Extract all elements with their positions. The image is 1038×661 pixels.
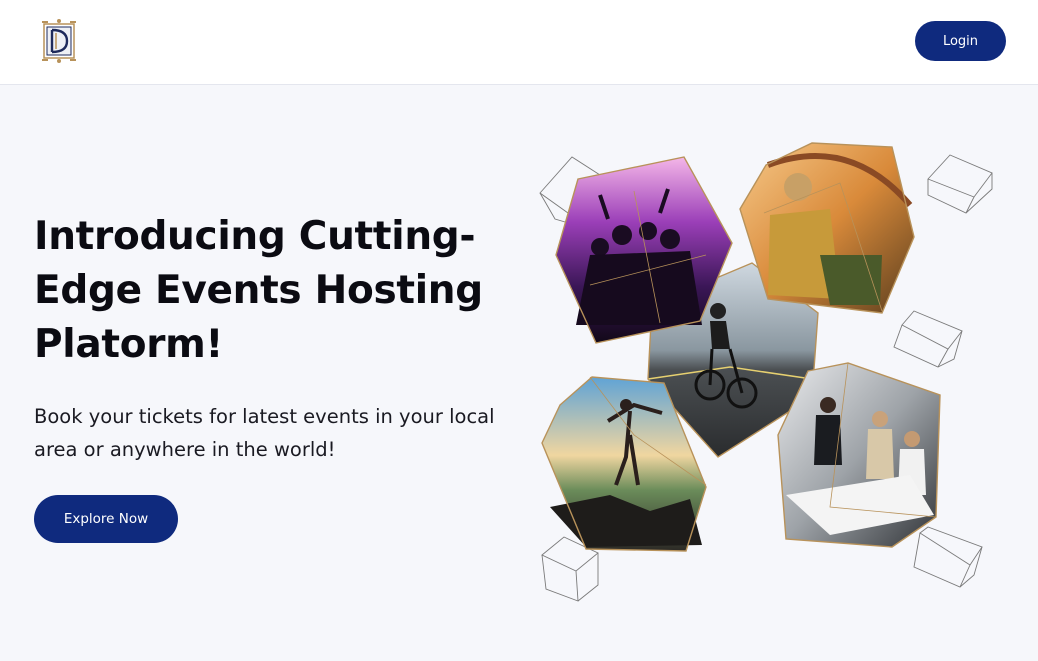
- wireframe-cube-icon: [913, 526, 983, 588]
- login-button[interactable]: Login: [915, 21, 1006, 61]
- explore-now-button[interactable]: Explore Now: [34, 495, 178, 543]
- wireframe-cube-icon: [927, 154, 993, 214]
- business-meeting-photo: [777, 362, 941, 548]
- camping-sunset-photo: [739, 142, 915, 314]
- hero-subtitle: Book your tickets for latest events in y…: [34, 405, 495, 461]
- hero-title: Introducing Cutting-Edge Events Hosting …: [34, 214, 483, 367]
- monogram-logo-icon[interactable]: [40, 18, 78, 64]
- top-navbar: Login: [0, 0, 1038, 85]
- hero-illustration: [530, 135, 1005, 610]
- wireframe-cube-icon: [893, 310, 963, 368]
